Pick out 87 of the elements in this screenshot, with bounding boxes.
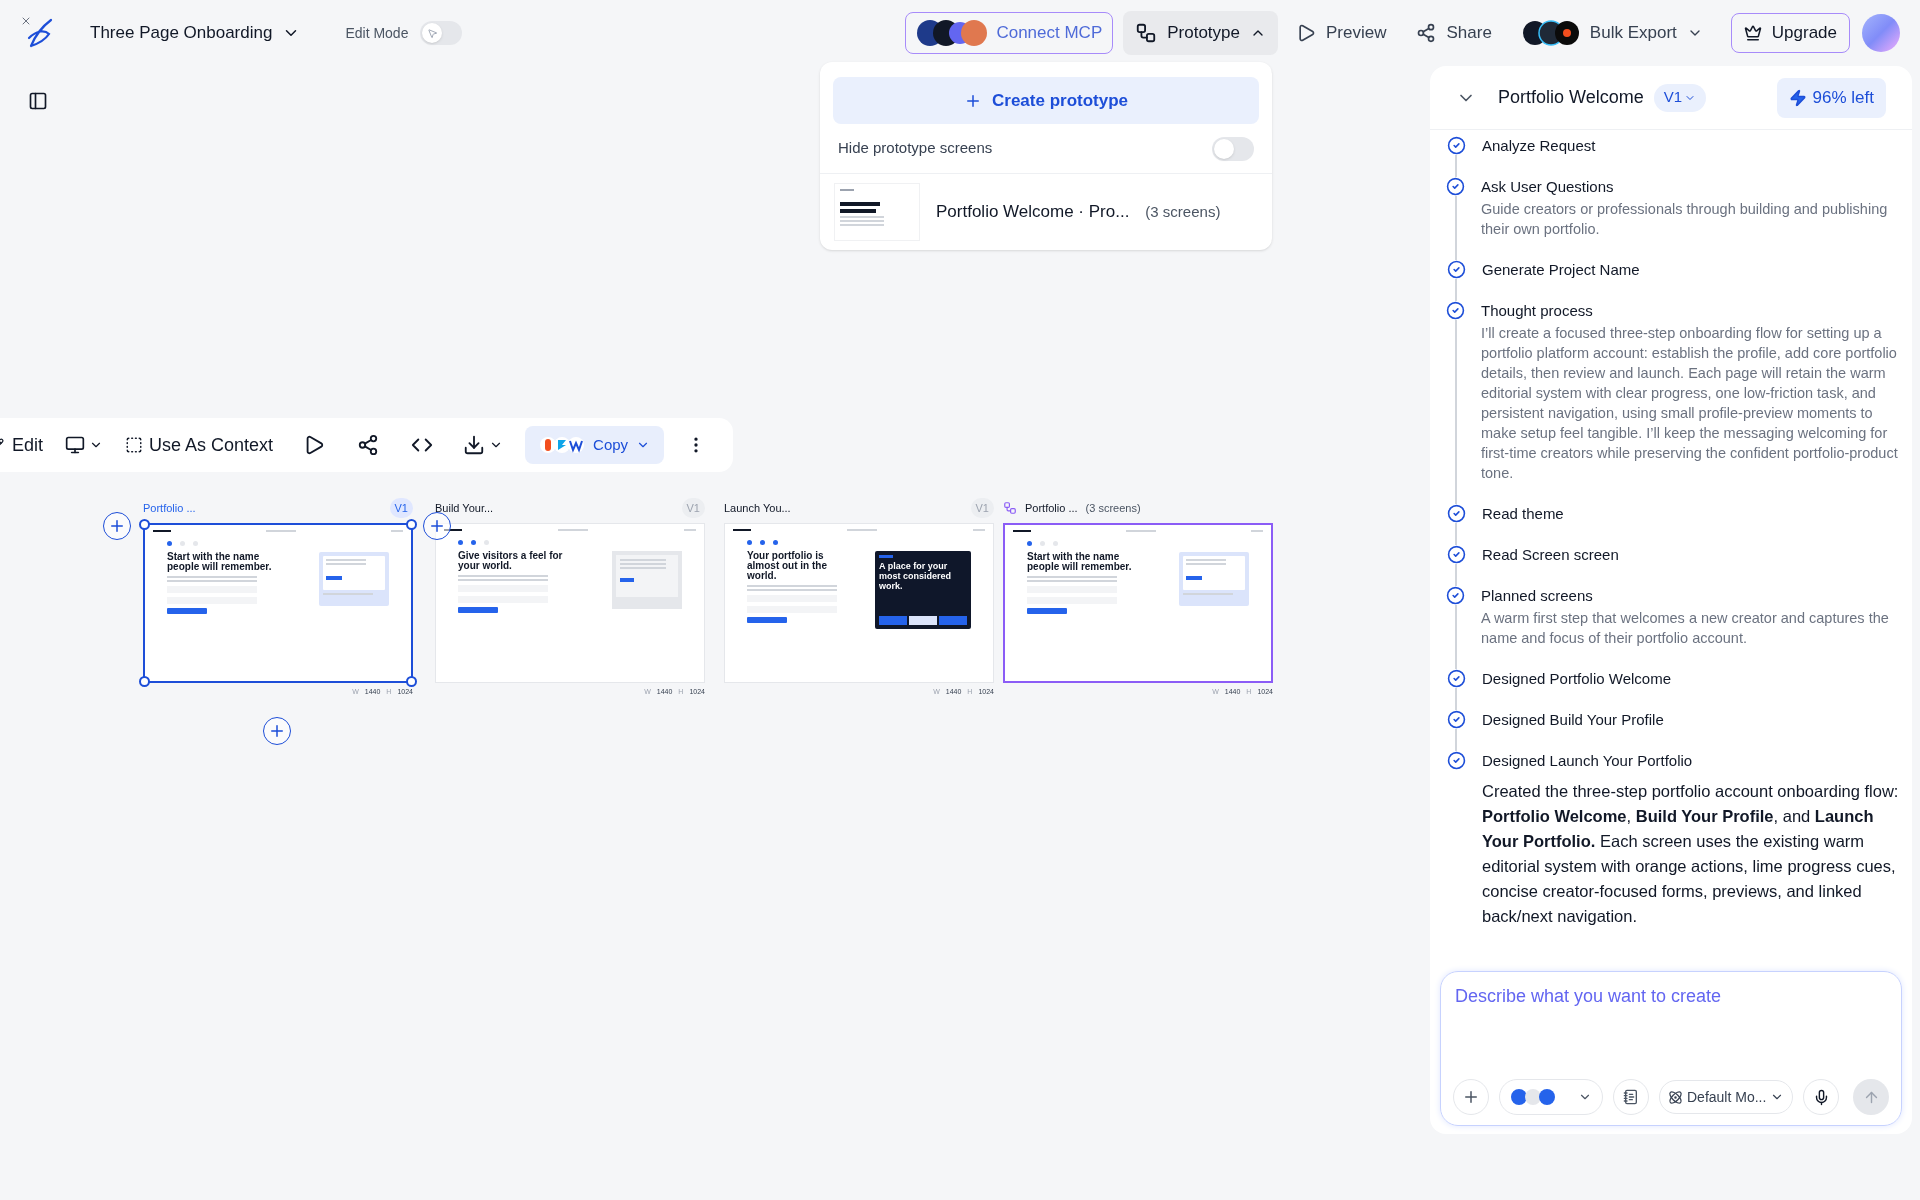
- integrations-icon: [916, 19, 989, 47]
- step-title: Ask User Questions: [1481, 177, 1615, 197]
- use-as-context-button[interactable]: Use As Context: [125, 431, 274, 459]
- screen-heading: Start with the name people will remember.: [167, 552, 273, 572]
- hide-screens-label: Hide prototype screens: [838, 138, 993, 159]
- plus-icon: [108, 517, 126, 535]
- step-title: Designed Launch Your Portfolio: [1482, 751, 1693, 771]
- mini-button: [747, 617, 787, 623]
- step-detail: A warm first step that welcomes a new creator and captures the name and focus of their portfolio account.: [1481, 609, 1890, 648]
- text-lines: [840, 216, 884, 226]
- project-title-dropdown[interactable]: Three Page Onboarding: [90, 20, 301, 46]
- create-prototype-button[interactable]: Create prototype: [833, 77, 1259, 124]
- plus-icon: [268, 722, 286, 740]
- notebook-icon: [1623, 1089, 1639, 1105]
- screen-label[interactable]: Portfolio ...: [143, 499, 196, 517]
- screen-frame[interactable]: Give visitors a feel for your world.: [435, 523, 705, 683]
- edit-button[interactable]: Edit: [0, 431, 44, 459]
- edit-mode-label: Edit Mode: [345, 23, 409, 43]
- step-title: Thought process: [1481, 301, 1594, 321]
- screen-frame[interactable]: Your portfolio is almost out in the world. A place for your most considered work.: [724, 523, 994, 683]
- step-title: Designed Portfolio Welcome: [1482, 669, 1671, 689]
- panel-title: Portfolio Welcome: [1498, 86, 1644, 109]
- add-screen-button[interactable]: [423, 512, 451, 540]
- flow-icon: [1135, 22, 1158, 44]
- preview-button[interactable]: Preview: [1296, 20, 1387, 46]
- mini-button: [167, 608, 207, 614]
- prototype-item[interactable]: Portfolio Welcome · Pro... (3 screens): [820, 174, 1272, 250]
- step-title: Generate Project Name: [1482, 260, 1640, 280]
- crown-icon: [1743, 24, 1762, 42]
- mini-button: [458, 607, 498, 613]
- play-icon: [1296, 23, 1316, 43]
- screen-label[interactable]: Build Your...: [435, 499, 494, 517]
- version-badge: V1: [970, 497, 994, 519]
- prototype-count: (3 screens): [1145, 201, 1221, 222]
- screen-heading: Your portfolio is almost out in the world.: [747, 551, 828, 581]
- screen-heading: Give visitors a feel for your world.: [458, 551, 564, 571]
- screen-heading: Start with the name people will remember.: [1027, 552, 1133, 572]
- step-detail: I’ll create a focused three-step onboarding flow for setting up a portfolio platform account: establish the profile, add core portfolio details, then review and launch. Each page will retain the warm editorial system with clear progress, one low-friction task, and persistent navigation, using small profile-preview moments to make setup feel tangible. I’ll keep the messaging welcoming for first-time creators while preserving the confident portfolio-product tone.: [1481, 324, 1899, 483]
- sidebar-toggle-icon[interactable]: [28, 91, 48, 111]
- plus-icon: [1462, 1088, 1480, 1106]
- copy-button[interactable]: Copy: [525, 426, 665, 464]
- context-icon: [125, 436, 144, 454]
- prompt-input[interactable]: Describe what you want to create: [1453, 982, 1889, 1010]
- hide-screens-toggle[interactable]: [1212, 136, 1254, 161]
- upgrade-button[interactable]: Upgrade: [1730, 13, 1850, 53]
- cursor-icon: [426, 27, 438, 39]
- connect-mcp-button[interactable]: Connect MCP: [905, 12, 1114, 54]
- step-title: Analyze Request: [1482, 136, 1596, 156]
- avatar[interactable]: [1862, 14, 1900, 52]
- prototype-name: Portfolio Welcome · Pro...: [936, 201, 1130, 224]
- prototype-icon: [1003, 501, 1017, 515]
- version-badge: V1: [389, 497, 413, 519]
- version-badge: V1: [681, 497, 705, 519]
- monitor-icon: [65, 435, 86, 455]
- resize-handle[interactable]: [139, 676, 150, 687]
- screen-count: (3 screens): [1085, 500, 1141, 516]
- summary-text: Created the three-step portfolio account onboarding flow: Portfolio Welcome, Build Your Profile, and Launch Your Portfolio. Each screen uses the existing warm editorial system with orange actions, lime progress cues, concise creator-focused forms, previews, and linked back/next navigation.: [1482, 781, 1900, 927]
- close-icon[interactable]: [20, 15, 32, 27]
- bulk-export-button[interactable]: Bulk Export: [1521, 20, 1703, 46]
- share-icon: [1416, 23, 1437, 43]
- resize-handle[interactable]: [406, 676, 417, 687]
- lightning-icon: [1788, 88, 1807, 107]
- step-title: Read Screen screen: [1482, 545, 1619, 565]
- screen-label[interactable]: Launch You...: [724, 499, 791, 517]
- step-title: Planned screens: [1481, 586, 1594, 606]
- design-tools-icon: [539, 436, 586, 454]
- screen-label[interactable]: Portfolio ...: [1025, 499, 1078, 517]
- add-screen-button[interactable]: [103, 512, 131, 540]
- edit-mode-toggle[interactable]: [420, 21, 463, 45]
- step-detail: Guide creators or professionals through building and publishing their own portfolio.: [1481, 200, 1889, 239]
- atom-icon: [1668, 1089, 1683, 1105]
- resize-handle[interactable]: [139, 519, 150, 530]
- credits-badge: 96% left: [1776, 77, 1886, 118]
- screen-frame[interactable]: Start with the name people will remember.: [1003, 523, 1273, 683]
- share-button[interactable]: Share: [1416, 20, 1492, 46]
- step-title: Read theme: [1482, 504, 1564, 524]
- prototype-button[interactable]: Prototype: [1123, 11, 1278, 55]
- plus-icon: [428, 517, 446, 535]
- preview-card-heading: A place for your most considered work.: [879, 561, 953, 591]
- download-icon: [463, 434, 486, 456]
- version-dropdown[interactable]: V1: [1653, 83, 1707, 112]
- share-icon[interactable]: [357, 434, 380, 456]
- step-title: Designed Build Your Profile: [1482, 710, 1664, 730]
- export-targets-icon: [1521, 20, 1580, 46]
- resize-handle[interactable]: [406, 519, 417, 530]
- add-screen-button[interactable]: [263, 717, 291, 745]
- mini-button: [1027, 608, 1067, 614]
